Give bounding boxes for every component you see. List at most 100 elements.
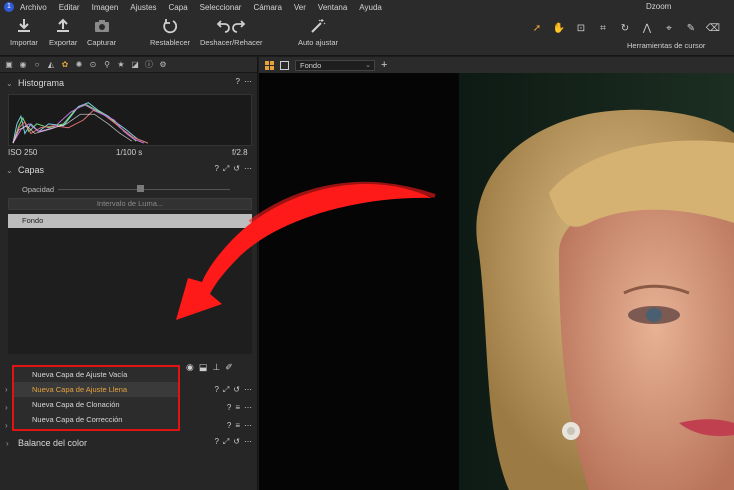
more-icon[interactable]: ⋯ — [244, 77, 252, 86]
menu-item-filled-adjustment-layer[interactable]: Nueva Capa de Ajuste Llena — [14, 382, 178, 397]
exposure-tab-icon[interactable]: ◭ — [46, 60, 56, 70]
menu-bar: 1 Archivo Editar Imagen Ajustes Capa Sel… — [0, 0, 734, 14]
more-icon[interactable]: ⋯ — [244, 403, 252, 412]
more-icon[interactable]: ⋯ — [244, 437, 252, 447]
layer-row-fondo[interactable]: Fondo — [8, 214, 252, 228]
info-tab-icon[interactable]: ⓘ — [144, 60, 154, 70]
capture-tab-icon[interactable]: ◉ — [18, 60, 28, 70]
menu-editar[interactable]: Editar — [59, 3, 80, 12]
copy-icon[interactable]: ⤢ — [223, 385, 229, 395]
layers-header[interactable]: ⌄ Capas ? ⤢ ↺ ⋯ — [0, 163, 258, 177]
copy-icon[interactable]: ⤢ — [223, 437, 229, 447]
layer-tools: ◉ ⬓ ⊥ ✐ — [186, 362, 233, 373]
menu-archivo[interactable]: Archivo — [20, 3, 47, 12]
auto-adjust-label: Auto ajustar — [298, 38, 339, 47]
chevron-down-icon: ⌄ — [365, 61, 371, 69]
grid-view-icon[interactable] — [265, 60, 274, 70]
menu-ayuda[interactable]: Ayuda — [359, 3, 382, 12]
straighten-tool-icon[interactable]: ↻ — [616, 21, 634, 37]
image-viewer[interactable] — [259, 73, 734, 490]
stamp-icon[interactable]: ⊥ — [212, 362, 220, 373]
chevron-down-icon: ⌄ — [6, 165, 13, 175]
reset-icon[interactable]: ↺ — [233, 385, 240, 395]
lens-tab-icon[interactable]: ○ — [32, 60, 42, 70]
import-button[interactable]: Importar — [10, 18, 38, 47]
star-tab-icon[interactable]: ★ — [116, 60, 126, 70]
pointer-tool-icon[interactable]: ➚ — [528, 21, 546, 37]
variant-select[interactable]: Fondo ⌄ — [295, 59, 375, 71]
local-adjust-tab-icon[interactable]: ⊙ — [88, 60, 98, 70]
chevron-down-icon: ⌄ — [6, 78, 13, 88]
help-icon[interactable]: ? — [227, 403, 231, 412]
undo-redo-button[interactable]: Deshacer/Rehacer — [200, 18, 263, 47]
mask-icon[interactable]: ◉ — [186, 362, 194, 373]
histogram-graph — [8, 94, 252, 146]
help-icon[interactable]: ? — [236, 77, 240, 86]
export-button[interactable]: Exportar — [49, 18, 77, 47]
search-tab-icon[interactable]: ⚲ — [102, 60, 112, 70]
help-icon[interactable]: ? — [214, 164, 218, 174]
more-icon[interactable]: ⋯ — [244, 385, 252, 395]
menu-item-correction-layer[interactable]: Nueva Capa de Corrección — [14, 412, 178, 427]
library-tab-icon[interactable]: ▣ — [4, 60, 14, 70]
brush-tool-icon[interactable]: ✎ — [682, 21, 700, 37]
viewer-toolbar: Fondo ⌄ + — [259, 57, 734, 73]
download-icon — [17, 19, 30, 32]
more-icon[interactable]: ⋯ — [244, 164, 252, 174]
list-icon[interactable]: ≡ — [235, 421, 240, 430]
histogram-header[interactable]: ⌄ Histograma ? ⋯ — [0, 76, 258, 90]
color-tab-icon[interactable]: ✿ — [60, 60, 70, 70]
copy-icon[interactable]: ⤢ — [223, 164, 229, 174]
reset-icon — [163, 19, 178, 34]
fill-mask-icon[interactable]: ⬓ — [199, 362, 208, 373]
menu-ajustes[interactable]: Ajustes — [130, 3, 156, 12]
list-icon[interactable]: ≡ — [235, 403, 240, 412]
menu-item-clone-layer[interactable]: Nueva Capa de Clonación — [14, 397, 178, 412]
cursor-tools-group: ➚ ✋ ⊡ ⌗ ↻ ⋀ ⌖ ✎ ⌫ — [528, 20, 734, 38]
help-icon[interactable]: ? — [214, 385, 218, 395]
eraser-icon[interactable]: ✐ — [225, 362, 233, 373]
help-icon[interactable]: ? — [214, 437, 218, 447]
opacity-slider[interactable] — [58, 189, 230, 190]
menu-item-empty-adjustment-layer[interactable]: Nueva Capa de Ajuste Vacía — [14, 367, 178, 382]
single-view-icon[interactable] — [280, 60, 289, 70]
export-label: Exportar — [49, 38, 78, 47]
menu-ventana[interactable]: Ventana — [318, 3, 347, 12]
iso-value: ISO 250 — [8, 148, 38, 157]
import-label: Importar — [10, 38, 38, 47]
settings-tab-icon[interactable]: ⚙ — [158, 60, 168, 70]
menu-seleccionar[interactable]: Seleccionar — [200, 3, 242, 12]
reset-icon[interactable]: ↺ — [233, 437, 240, 447]
add-icon[interactable]: + — [381, 59, 387, 71]
spot-tool-icon[interactable]: ⌖ — [660, 21, 678, 37]
menu-ver[interactable]: Ver — [294, 3, 306, 12]
details-tab-icon[interactable]: ✺ — [74, 60, 84, 70]
camera-icon — [94, 20, 109, 32]
reset-button[interactable]: Restablecer — [150, 18, 190, 47]
batch-tab-icon[interactable]: ◪ — [130, 60, 140, 70]
pan-tool-icon[interactable]: ✋ — [550, 21, 568, 37]
capture-button[interactable]: Capturar — [87, 18, 116, 47]
more-icon[interactable]: ⋯ — [244, 421, 252, 430]
cursor-tools-label: Herramientas de cursor — [627, 41, 706, 50]
upload-icon — [57, 18, 70, 32]
keystone-tool-icon[interactable]: ⋀ — [638, 21, 656, 37]
eraser-tool-icon[interactable]: ⌫ — [704, 21, 722, 37]
histogram-title: Histograma — [18, 78, 65, 88]
chevron-right-icon: › — [6, 438, 9, 448]
crop-tool-icon[interactable]: ⌗ — [594, 21, 612, 37]
aperture-value: f/2.8 — [232, 148, 248, 157]
opacity-slider-thumb[interactable] — [137, 185, 144, 192]
menu-capa[interactable]: Capa — [169, 3, 188, 12]
menu-imagen[interactable]: Imagen — [92, 3, 119, 12]
color-balance-header[interactable]: › Balance del color ? ⤢ ↺ ⋯ — [0, 436, 258, 450]
magic-wand-icon — [311, 19, 326, 33]
help-icon[interactable]: ? — [227, 421, 231, 430]
rotate-tool-icon[interactable]: ⊡ — [572, 21, 590, 37]
reset-label: Restablecer — [150, 38, 191, 47]
menu-camara[interactable]: Cámara — [253, 3, 281, 12]
undo-icon — [216, 20, 246, 33]
reset-icon[interactable]: ↺ — [233, 164, 240, 174]
auto-adjust-button[interactable]: Auto ajustar — [298, 18, 338, 47]
luma-range-button[interactable]: Intervalo de Luma... — [8, 198, 252, 210]
